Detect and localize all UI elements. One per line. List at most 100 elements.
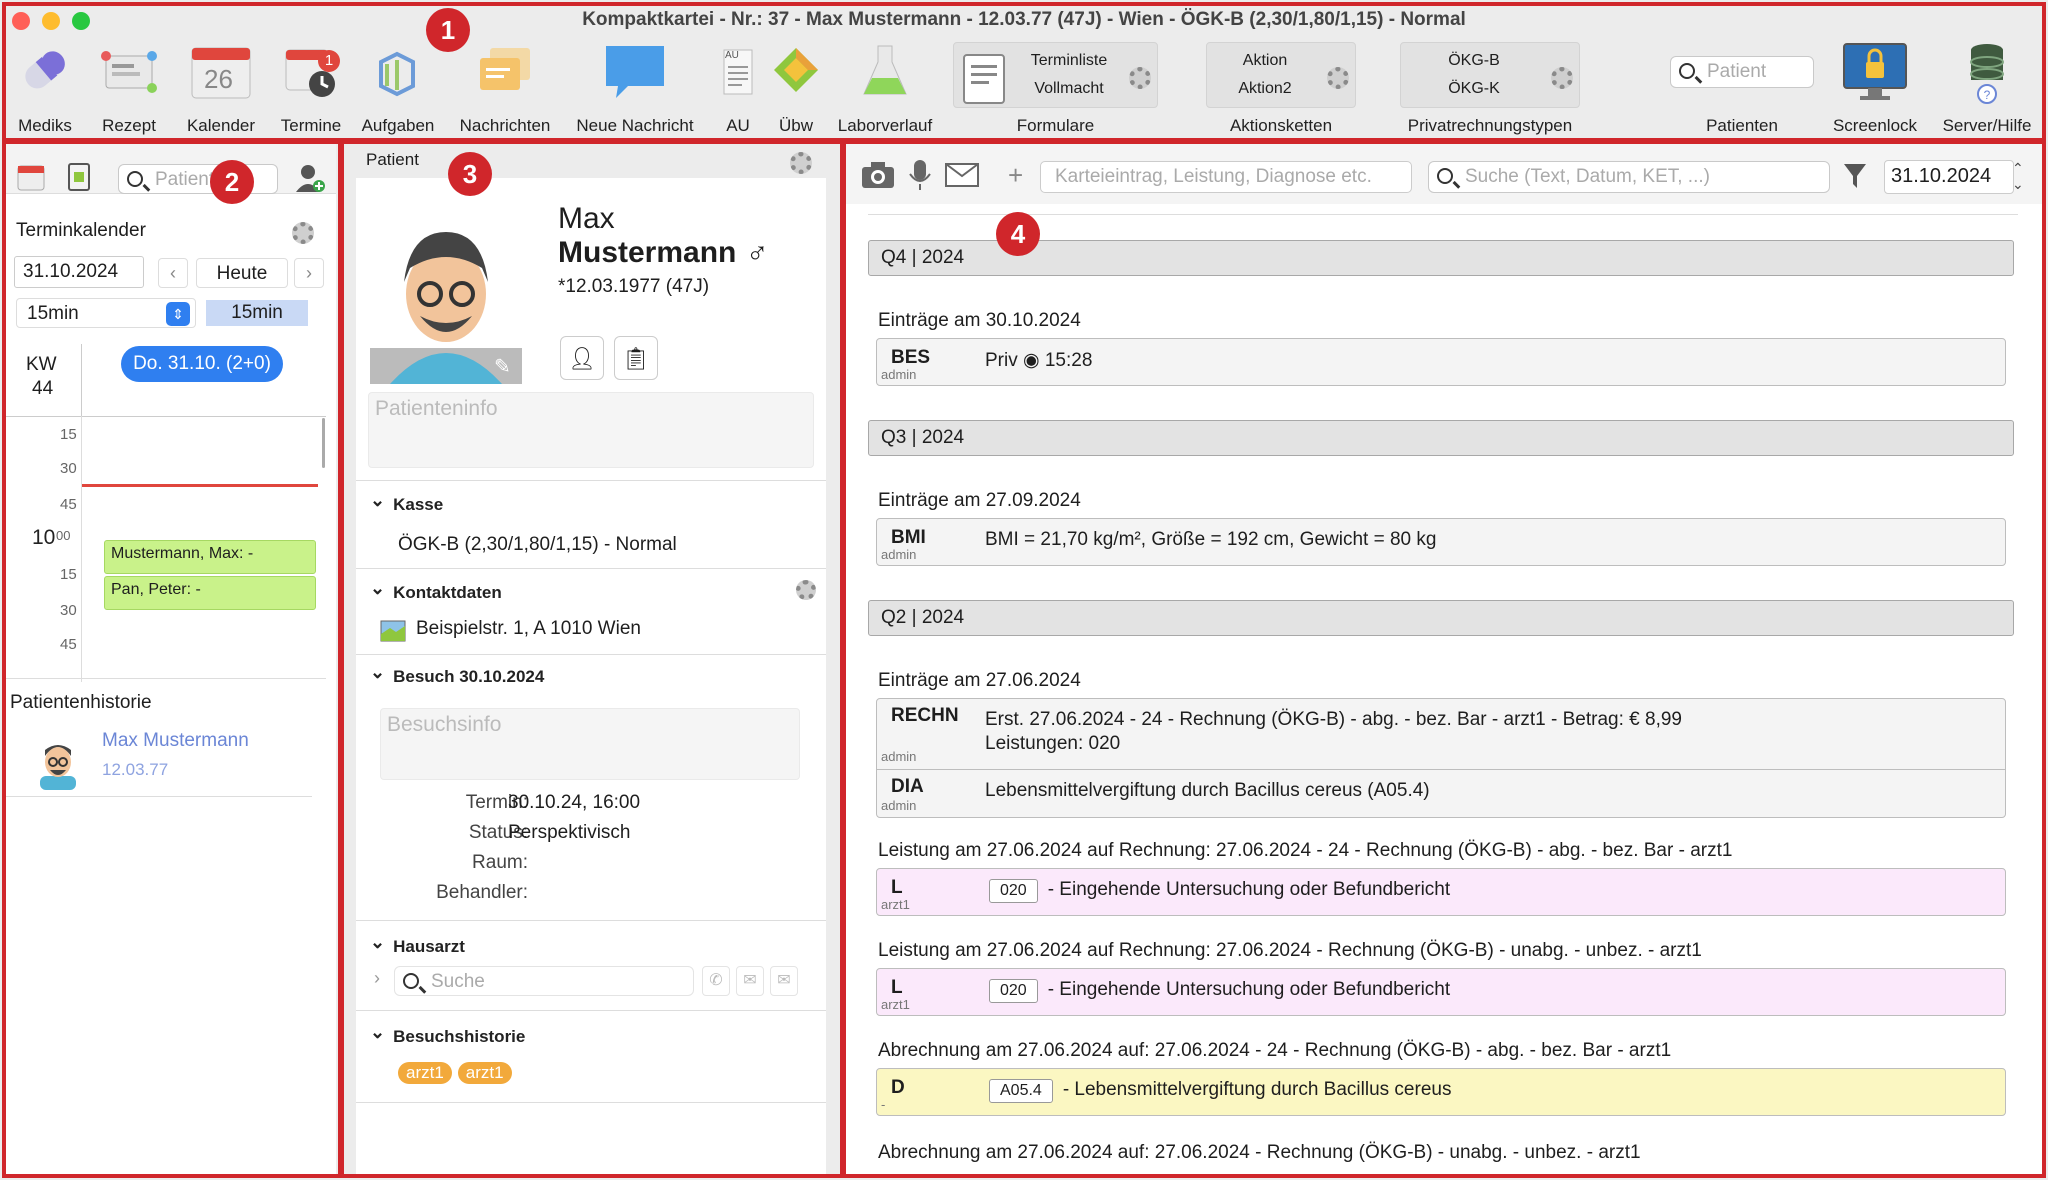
leistung-entry-2[interactable]: L arzt1 020 - Eingehende Untersuchung ode… [876,968,2006,1016]
besuchshistorie-section-header[interactable]: Besuchshistorie [370,1026,525,1047]
leistung-1-code: L [891,877,903,898]
timegrid-scrollbar[interactable] [322,418,325,468]
kartei-search-placeholder: Suche (Text, Datum, KET, ...) [1465,166,1710,187]
lock-avatar-icon[interactable]: 🔓︎ [522,356,534,377]
entry-rechn[interactable]: RECHN admin Erst. 27.06.2024 - 24 - Rech… [877,699,2005,769]
kontaktdaten-section-header[interactable]: Kontaktdaten [370,582,502,603]
lab-flask-icon [863,45,907,95]
microphone-icon[interactable] [906,158,934,192]
minimize-window-button[interactable] [42,12,60,30]
nachrichten-button[interactable]: Nachrichten [452,36,558,136]
entry-dia-text: Lebensmittelvergiftung durch Bacillus ce… [985,780,1430,801]
timegrid-divider [81,416,82,682]
divider-3 [356,654,826,655]
entry-rechn-code: RECHN [891,705,959,726]
quarter-header-q2[interactable]: Q2 | 2024 [868,600,2014,636]
phone-icon[interactable]: ✆ [702,966,730,996]
today-button[interactable]: Heute [196,258,288,288]
visit-tag[interactable]: arzt1 [457,1062,512,1084]
calendar-tab-icon[interactable] [16,162,46,192]
envelope-icon[interactable] [944,162,980,188]
screenlock-button[interactable]: Screenlock [1820,36,1930,136]
title-bar: Kompaktkartei - Nr.: 37 - Max Mustermann… [0,0,2048,38]
close-window-button[interactable] [12,12,30,30]
diagnose-badge: A05.4 [989,1079,1053,1103]
besuchsinfo-field[interactable]: Besuchsinfo [380,708,800,780]
neue-nachricht-button[interactable]: Neue Nachricht [570,36,700,136]
abrechnung-header-1: Abrechnung am 27.06.2024 auf: 27.06.2024… [878,1040,1672,1061]
hausarzt-section-header[interactable]: Hausarzt [370,936,465,957]
mail-outline-icon[interactable]: ✉ [770,966,798,996]
terminkalender-gear-icon[interactable] [292,222,314,244]
time-15: 15 [60,426,77,443]
entry-dia[interactable]: DIA admin Lebensmittelvergiftung durch B… [877,770,2005,818]
entry-rechn-line1: Erst. 27.06.2024 - 24 - Rechnung (ÖKG-B)… [985,709,1682,730]
leistung-1-user: arzt1 [881,897,910,912]
add-entry-icon[interactable]: + [1008,160,1023,191]
leistung-1-badge: 020 [989,879,1038,903]
hausarzt-search-field[interactable]: Suche [394,966,694,996]
time-45: 45 [60,496,77,513]
ueberweisung-button[interactable]: Übw [768,36,824,136]
clipboard-icon: 📋︎ [622,346,650,371]
history-patient-name[interactable]: Max Mustermann [102,730,249,752]
calendar-date-field[interactable]: 31.10.2024 [14,256,144,288]
au-button[interactable]: AU AU [718,36,758,136]
kartei-entry-input[interactable]: Karteieintrag, Leistung, Diagnose etc. [1040,161,1412,193]
divider-5 [356,1010,826,1011]
formulare-caption: Formulare [953,36,1158,136]
left-search-placeholder: Patient [155,169,215,190]
annotation-marker-3: 3 [448,152,492,196]
add-patient-icon[interactable] [294,162,326,194]
patient-panel-header: Patient [366,150,419,169]
server-hilfe-label: Server/Hilfe [1942,116,2032,135]
edit-avatar-icon[interactable]: ✎ [494,354,511,379]
date-stepper-icon[interactable]: ⌃ ⌄ [2012,160,2024,192]
patienten-label: Patienten [1706,116,1778,135]
appointment-1[interactable]: Mustermann, Max: - [104,540,316,574]
kartei-date-field[interactable]: 31.10.2024 [1884,160,2014,194]
kw-divider [81,344,82,424]
clipboard-tab-icon[interactable] [66,160,92,192]
kartei-search-field[interactable]: Suche (Text, Datum, KET, ...) [1428,161,1830,193]
next-day-button[interactable]: › [294,258,324,288]
patient-gear-icon[interactable] [790,152,812,174]
patient-clipboard-button[interactable]: 📋︎ [614,336,658,380]
aufgaben-button[interactable]: Aufgaben [358,36,438,136]
patienteninfo-field[interactable]: Patienteninfo [368,392,814,468]
rezept-button[interactable]: Rezept [92,36,166,136]
zoom-window-button[interactable] [72,12,90,30]
besuch-section-header[interactable]: Besuch 30.10.2024 [370,666,544,687]
quarter-header-q4[interactable]: Q4 | 2024 [868,240,2014,276]
left-patient-search[interactable]: Patient [118,164,278,194]
filter-icon[interactable] [1842,162,1868,190]
kasse-section-header[interactable]: Kasse [370,494,443,515]
entry-bes[interactable]: BES admin Priv ◉ 15:28 [876,338,2006,386]
termine-button[interactable]: 1 Termine [272,36,350,136]
visit-tag[interactable]: arzt1 [398,1062,452,1084]
divider-2 [356,568,826,569]
day-pill[interactable]: Do. 31.10. (2+0) [121,346,283,382]
prev-day-button[interactable]: ‹ [158,258,188,288]
entry-bmi[interactable]: BMI admin BMI = 21,70 kg/m², Größe = 192… [876,518,2006,566]
kalender-button[interactable]: 26 Kalender [180,36,262,136]
interval-stepper-icon[interactable]: ⇕ [166,302,190,326]
interval-chip: 15min [206,300,308,326]
mail-icon[interactable]: ✉ [736,966,764,996]
kontaktdaten-gear-icon[interactable] [796,580,816,600]
entry-dia-code: DIA [891,776,924,797]
diagnose-entry[interactable]: D - A05.4 - Lebensmittelvergiftung durch … [876,1068,2006,1116]
appointment-2[interactable]: Pan, Peter: - [104,576,316,610]
quarter-header-q3[interactable]: Q3 | 2024 [868,420,2014,456]
mediks-button[interactable]: Mediks [8,36,82,136]
termine-count-badge: 1 [318,50,340,72]
laborverlauf-button[interactable]: Laborverlauf [830,36,940,136]
leistung-entry-1[interactable]: L arzt1 020 - Eingehende Untersuchung ode… [876,868,2006,916]
server-database-icon: ? [1970,44,2004,104]
server-hilfe-button[interactable]: ? Server/Hilfe [1936,36,2038,136]
screenlock-label: Screenlock [1832,116,1918,135]
patient-profile-button[interactable]: 👤︎ [560,336,604,380]
hausarzt-expand-icon[interactable]: › [374,968,380,989]
camera-icon[interactable] [860,160,896,190]
timegrid-top-line [6,416,326,417]
